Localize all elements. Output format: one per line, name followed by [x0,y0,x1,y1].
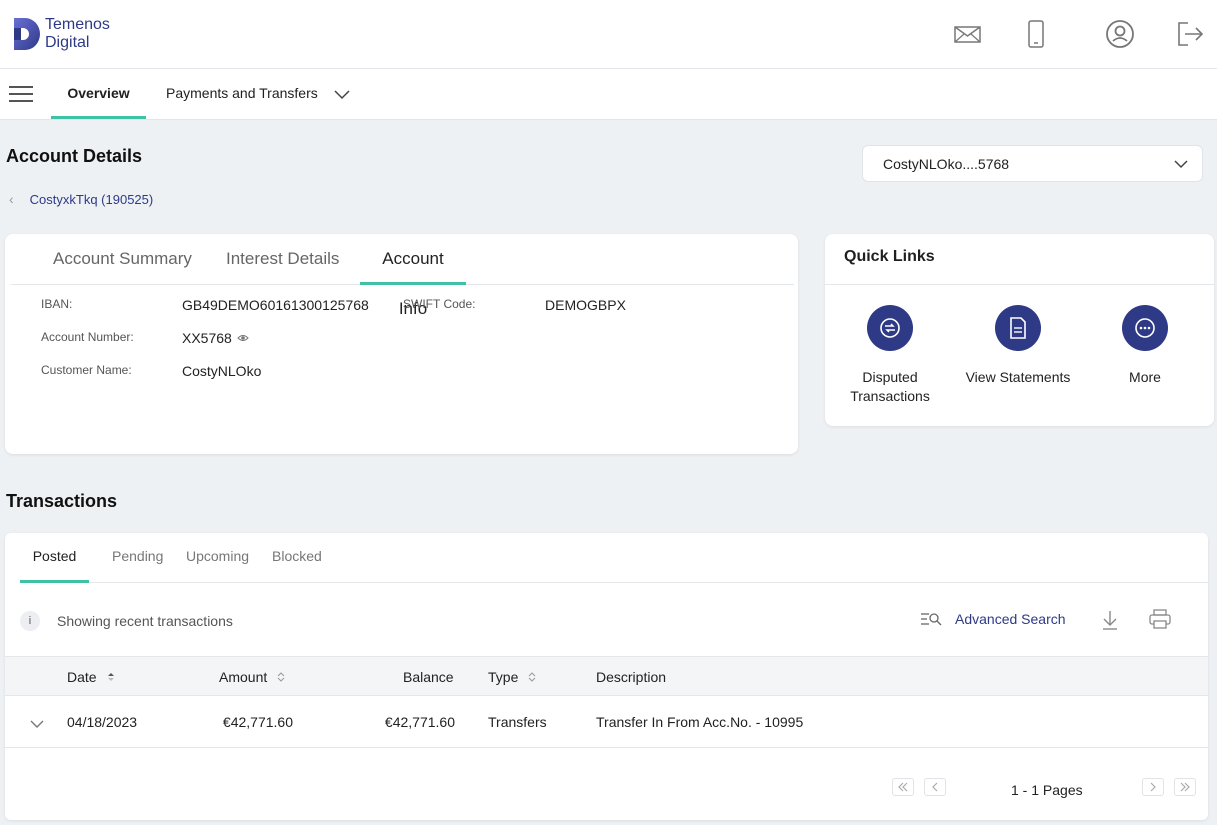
details-tabs: Account Summary Interest Details Account… [11,234,794,318]
quick-link-view-statements[interactable]: View Statements [963,305,1073,387]
print-icon[interactable] [1149,609,1171,634]
chevron-down-icon[interactable] [334,87,350,105]
advanced-search-label: Advanced Search [955,611,1066,627]
brand-line-1: Temenos [45,16,110,33]
transactions-toolbar: i Showing recent transactions Advanced S… [5,584,1208,656]
cell-balance: €42,771.60 [384,714,455,730]
column-date-label: Date [67,669,97,685]
tab-pending[interactable]: Pending [112,533,163,583]
tab-posted[interactable]: Posted [20,533,89,583]
last-page-icon[interactable] [1174,778,1196,796]
iban-value: GB49DEMO60161300125768 [182,297,369,313]
hamburger-menu-icon[interactable] [9,86,33,102]
app-header: Temenos Digital [0,0,1217,69]
breadcrumb[interactable]: ‹ CostyxkTkq (190525) [9,191,153,207]
transactions-title: Transactions [6,491,118,511]
page-title: Account Details [6,146,143,166]
quick-link-label: View Statements [965,369,1071,385]
more-icon [1122,305,1168,351]
advanced-search-button[interactable]: Advanced Search [920,611,1066,627]
user-profile-icon[interactable] [1104,18,1136,50]
column-description: Description [596,669,667,685]
info-text: Showing recent transactions [57,613,233,629]
page-indicator: 1 - 1 Pages [1011,782,1083,798]
swift-code-label: SWIFT Code: [403,297,476,311]
table-header: Date Amount Balance Type Description [5,656,1208,696]
eye-icon[interactable] [237,331,249,349]
account-details-card: Account Summary Interest Details Account… [5,234,798,454]
sort-descending-icon[interactable] [107,669,115,685]
quick-link-label: More [1129,369,1161,385]
sort-icon[interactable] [277,669,285,685]
quick-link-more[interactable]: More [1090,305,1200,387]
breadcrumb-account[interactable]: CostyxkTkq (190525) [30,192,154,207]
column-amount[interactable]: Amount [219,669,285,685]
customer-name-value: CostyNLOko [182,363,262,379]
previous-page-icon[interactable] [924,778,946,796]
account-selector-value: CostyNLOko....5768 [883,156,1010,172]
column-date[interactable]: Date [67,669,115,685]
chevron-down-icon[interactable] [30,716,44,734]
column-amount-label: Amount [219,669,268,685]
statement-icon [995,305,1041,351]
sort-icon[interactable] [528,669,536,685]
quick-link-disputed-transactions[interactable]: Disputed Transactions [835,305,945,406]
tab-upcoming[interactable]: Upcoming [186,533,249,583]
account-number-value: XX5768 [182,330,232,346]
iban-label: IBAN: [41,297,73,311]
brand-line-2: Digital [45,34,90,51]
table-row[interactable]: 04/18/2023 €42,771.60 €42,771.60 Transfe… [5,696,1208,748]
dispute-icon [867,305,913,351]
advanced-search-icon [921,613,942,626]
nav-tab-overview[interactable]: Overview [51,69,146,119]
mail-icon[interactable] [952,18,984,50]
column-type-label: Type [488,669,519,685]
logo-mark-icon [12,16,42,52]
next-page-icon[interactable] [1142,778,1164,796]
transaction-tabs: Posted Pending Upcoming Blocked [20,533,1208,583]
cell-date: 04/18/2023 [67,714,138,730]
download-icon[interactable] [1101,609,1119,636]
main-nav: Overview Payments and Transfers [0,69,1217,120]
chevron-left-icon: ‹ [9,191,14,207]
info-icon: i [20,611,40,631]
tab-interest-details[interactable]: Interest Details [218,234,347,285]
divider [825,284,1214,285]
cell-type: Transfers [488,714,547,730]
quick-links-card: Quick Links Disputed Transactions View S… [825,234,1214,426]
account-number-label: Account Number: [41,330,134,344]
first-page-icon[interactable] [892,778,914,796]
logout-icon[interactable] [1174,18,1206,50]
transactions-card: Posted Pending Upcoming Blocked i Showin… [5,533,1208,820]
nav-tab-payments-and-transfers[interactable]: Payments and Transfers [166,69,318,119]
cell-amount: €42,771.60 [222,714,293,730]
pagination: 1 - 1 Pages [5,776,1208,800]
temenos-logo[interactable]: Temenos Digital [12,16,110,52]
chevron-down-icon [1174,146,1188,182]
column-balance: Balance [403,669,454,685]
quick-links-title: Quick Links [844,248,935,265]
tab-blocked[interactable]: Blocked [272,533,322,583]
swift-code-value: DEMOGBPX [545,297,626,313]
column-type[interactable]: Type [488,669,536,685]
account-selector[interactable]: CostyNLOko....5768 [862,145,1203,182]
quick-link-label: Disputed Transactions [850,369,930,404]
tab-account-info[interactable]: Account Info [360,234,466,318]
mobile-icon[interactable] [1020,18,1052,50]
customer-name-label: Customer Name: [41,363,132,377]
tab-account-summary[interactable]: Account Summary [45,234,200,285]
cell-description: Transfer In From Acc.No. - 10995 [596,714,804,730]
